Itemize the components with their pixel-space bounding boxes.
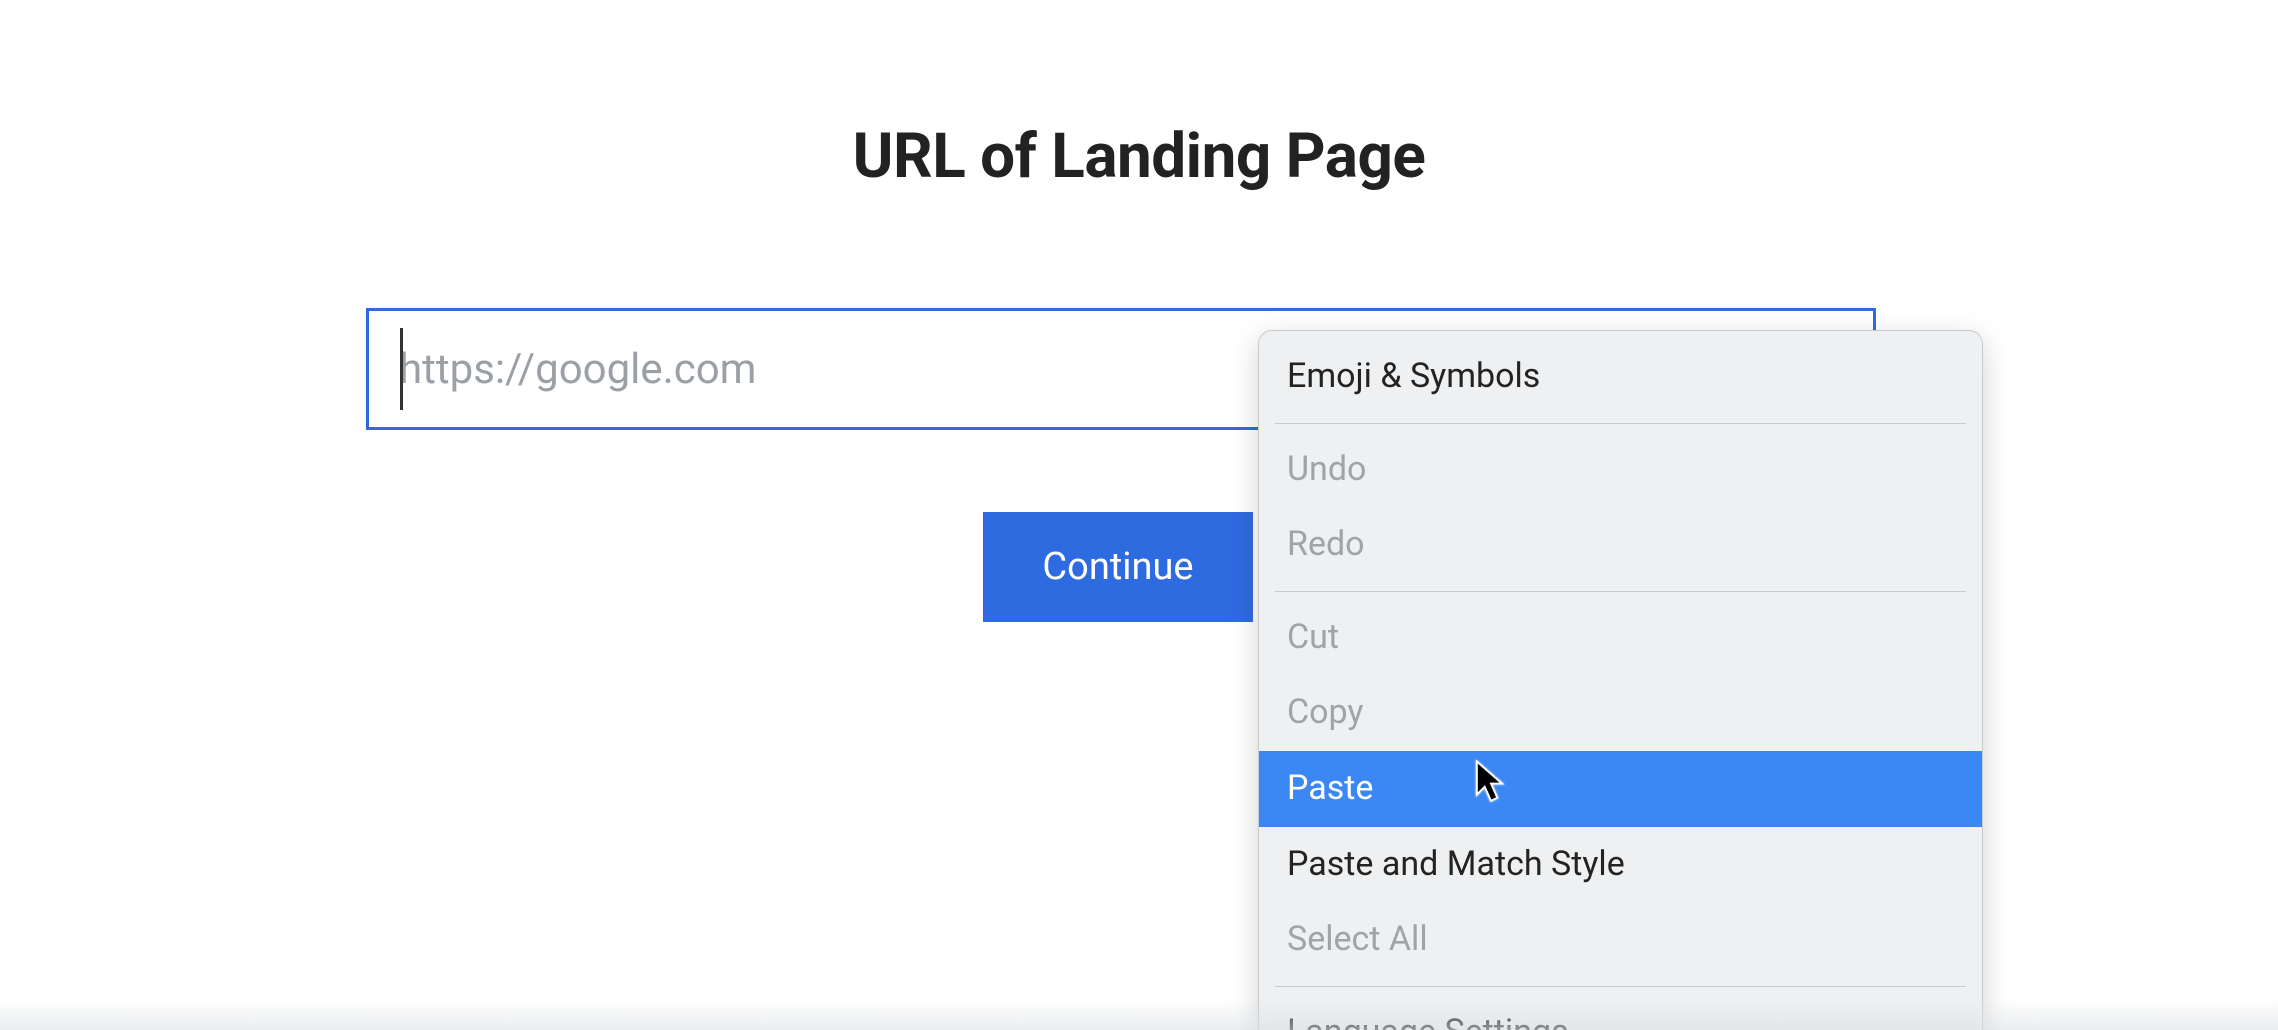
context-menu-separator (1275, 986, 1966, 987)
context-menu-item-copy: Copy (1259, 675, 1982, 751)
context-menu-item-emoji-symbols[interactable]: Emoji & Symbols (1259, 339, 1982, 415)
context-menu-item-language-settings[interactable]: Language Settings (1259, 995, 1982, 1030)
page-title: URL of Landing Page (0, 120, 2278, 193)
continue-button[interactable]: Continue (983, 512, 1253, 622)
context-menu-separator (1275, 591, 1966, 592)
context-menu-item-select-all: Select All (1259, 902, 1982, 978)
context-menu-item-paste-and-match-style[interactable]: Paste and Match Style (1259, 827, 1982, 903)
context-menu[interactable]: Emoji & Symbols UndoRedo CutCopyPastePaste… (1258, 330, 1983, 1030)
form-stage: URL of Landing Page Continue Emoji & Sym… (0, 0, 2278, 1030)
context-menu-item-paste[interactable]: Paste (1259, 751, 1982, 827)
context-menu-item-undo: Undo (1259, 432, 1982, 508)
context-menu-separator (1275, 423, 1966, 424)
context-menu-item-cut: Cut (1259, 600, 1982, 676)
context-menu-item-redo: Redo (1259, 507, 1982, 583)
